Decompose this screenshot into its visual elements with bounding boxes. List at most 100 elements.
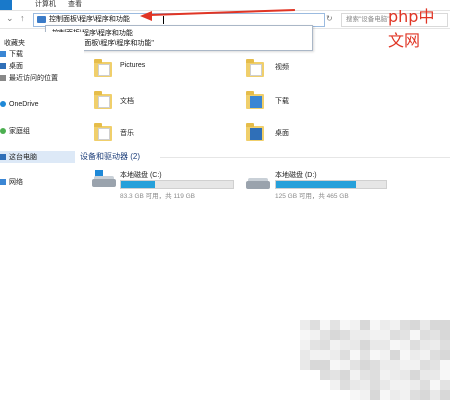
mosaic-block — [400, 370, 410, 380]
mosaic-block — [320, 320, 330, 330]
mosaic-block — [320, 330, 330, 340]
sidebar-item-downloads[interactable]: 下载 — [0, 49, 23, 60]
mosaic-block — [420, 330, 430, 340]
recent-locations-icon[interactable]: ⌄ — [6, 13, 14, 24]
mosaic-block — [350, 340, 360, 350]
mosaic-block — [310, 360, 320, 370]
sidebar-item-label: 下载 — [9, 51, 23, 58]
mosaic-block — [440, 320, 450, 330]
mosaic-block — [380, 330, 390, 340]
mosaic-block — [360, 370, 370, 380]
mosaic-block — [420, 390, 430, 400]
drive-usage-fill — [121, 181, 155, 188]
navigation-pane: 收藏夹 下载 桌面 最近访问的位置 OneDrive 家庭组 这台电脑 网络 — [0, 32, 84, 400]
mosaic-block — [340, 370, 350, 380]
mosaic-block — [390, 390, 400, 400]
mosaic-block — [420, 320, 430, 330]
mosaic-block — [440, 370, 450, 380]
desktop-folder-icon — [246, 123, 264, 141]
mosaic-block — [320, 350, 330, 360]
mosaic-block — [410, 330, 420, 340]
downloads-folder-icon — [246, 91, 264, 109]
hard-drive-icon — [246, 175, 270, 191]
mosaic-block — [430, 370, 440, 380]
onedrive-cloud-icon — [0, 101, 6, 108]
mosaic-block — [300, 350, 310, 360]
mosaic-block — [360, 330, 370, 340]
mosaic-block — [390, 360, 400, 370]
homegroup-icon — [0, 128, 6, 135]
mosaic-block — [430, 350, 440, 360]
search-placeholder: 搜索"设备电脑" — [346, 16, 390, 23]
mosaic-block — [420, 360, 430, 370]
text-cursor — [163, 16, 164, 24]
mosaic-block — [310, 330, 320, 340]
sidebar-item-homegroup[interactable]: 家庭组 — [0, 126, 30, 137]
mosaic-block — [420, 370, 430, 380]
watermark-logo: php中文网 — [388, 7, 435, 50]
mosaic-block — [410, 350, 420, 360]
mosaic-block — [440, 350, 450, 360]
mosaic-block — [300, 330, 310, 340]
devices-section-header[interactable]: 设备和驱动器 (2) — [80, 151, 140, 162]
sidebar-item-onedrive[interactable]: OneDrive — [0, 99, 39, 110]
mosaic-block — [430, 360, 440, 370]
mosaic-block — [440, 340, 450, 350]
sidebar-item-this-pc[interactable]: 这台电脑 — [0, 152, 37, 163]
drive-usage-bar — [275, 180, 387, 189]
refresh-icon[interactable]: ↻ — [326, 14, 333, 23]
mosaic-block — [330, 350, 340, 360]
mosaic-block — [360, 360, 370, 370]
sidebar-item-network[interactable]: 网络 — [0, 177, 23, 188]
sidebar-item-label: 这台电脑 — [9, 154, 37, 161]
mosaic-block — [340, 360, 350, 370]
mosaic-block — [340, 380, 350, 390]
mosaic-block — [350, 360, 360, 370]
mosaic-block — [370, 360, 380, 370]
mosaic-block — [370, 320, 380, 330]
mosaic-block — [300, 320, 310, 330]
mosaic-block — [370, 350, 380, 360]
mosaic-block — [410, 390, 420, 400]
file-tab[interactable] — [0, 0, 12, 10]
mosaic-block — [420, 380, 430, 390]
sidebar-item-favorites[interactable]: 收藏夹 — [4, 38, 25, 49]
drive-free-space: 83.3 GB 可用，共 119 GB — [120, 193, 196, 200]
sidebar-item-recent[interactable]: 最近访问的位置 — [0, 73, 58, 84]
mosaic-block — [350, 370, 360, 380]
mosaic-block — [410, 370, 420, 380]
mosaic-block — [380, 350, 390, 360]
folder-label: 视频 — [275, 64, 289, 71]
mosaic-block — [390, 350, 400, 360]
mosaic-block — [390, 340, 400, 350]
mosaic-block — [440, 390, 450, 400]
mosaic-block — [430, 330, 440, 340]
mosaic-block — [370, 330, 380, 340]
mosaic-block — [400, 360, 410, 370]
mosaic-block — [400, 340, 410, 350]
sidebar-item-label: 家庭组 — [9, 128, 30, 135]
sidebar-item-label: 桌面 — [9, 63, 23, 70]
mosaic-block — [310, 320, 320, 330]
drive-name: 本地磁盘 (C:) — [120, 172, 162, 179]
tab-computer[interactable]: 计算机 — [35, 0, 56, 9]
sidebar-item-desktop[interactable]: 桌面 — [0, 61, 23, 72]
mosaic-block — [330, 340, 340, 350]
sidebar-item-label: 网络 — [9, 179, 23, 186]
mosaic-block — [320, 340, 330, 350]
mosaic-block — [380, 380, 390, 390]
mosaic-block — [440, 380, 450, 390]
mosaic-block — [400, 320, 410, 330]
computer-icon — [0, 154, 6, 161]
tab-view[interactable]: 查看 — [68, 0, 82, 9]
up-arrow-icon[interactable]: ↑ — [20, 13, 25, 23]
mosaic-block — [400, 330, 410, 340]
mosaic-block — [400, 350, 410, 360]
mosaic-block — [420, 340, 430, 350]
mosaic-block — [360, 340, 370, 350]
mosaic-block — [330, 370, 340, 380]
mosaic-block — [360, 390, 370, 400]
mosaic-block — [300, 360, 310, 370]
folder-label: 桌面 — [275, 130, 289, 137]
mosaic-block — [310, 340, 320, 350]
